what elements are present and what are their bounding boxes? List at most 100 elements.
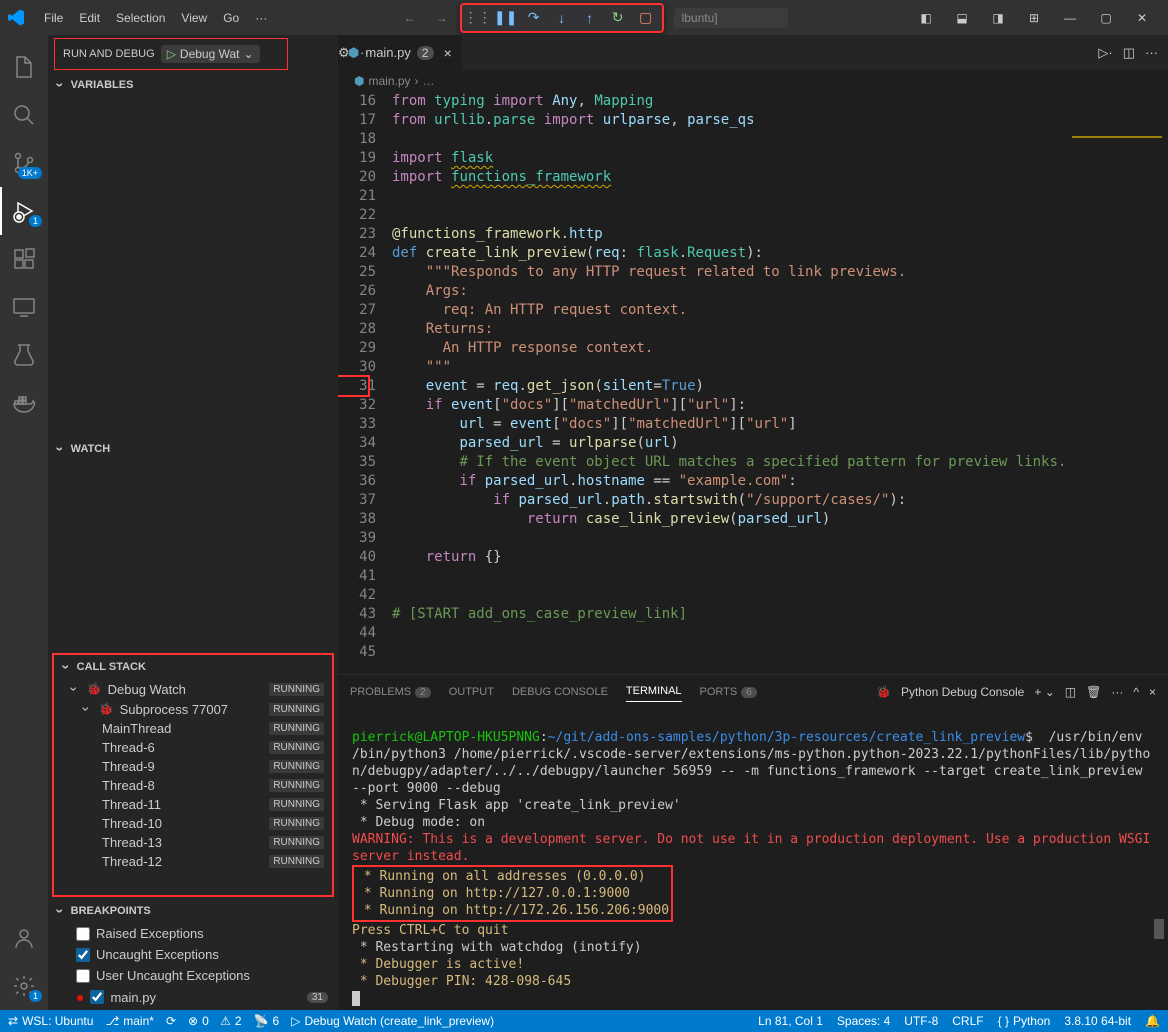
tab-more-icon[interactable]: ··· <box>1145 45 1158 60</box>
python-file-icon: ⬢ <box>354 74 364 88</box>
callstack-root[interactable]: 🐞Debug Watch RUNNING <box>54 679 332 699</box>
new-terminal-icon[interactable]: + ⌄ <box>1034 685 1054 699</box>
testing-icon[interactable] <box>0 331 48 379</box>
menu-more-icon[interactable]: ··· <box>247 7 275 29</box>
chevron-down-icon: ⌄ <box>244 47 254 61</box>
tab-debug-console[interactable]: DEBUG CONSOLE <box>512 682 608 702</box>
menu-edit[interactable]: Edit <box>71 7 108 29</box>
tab-ports[interactable]: PORTS6 <box>700 682 757 702</box>
debug-toolbar: ⋮⋮ ❚❚ ↷ ↓ ↑ ↻ ▢ <box>460 3 664 33</box>
variables-header[interactable]: VARIABLES <box>48 73 338 97</box>
layout-right-icon[interactable]: ◨ <box>980 3 1016 33</box>
restart-icon[interactable]: ↻ <box>604 7 632 29</box>
notifications-icon[interactable]: 🔔 <box>1145 1014 1160 1028</box>
settings-gear-icon[interactable]: 1 <box>0 962 48 1010</box>
editor-tabs: ⬢ main.py 2 × ▷· ◫ ··· <box>338 35 1168 70</box>
source-control-icon[interactable]: 1K+ <box>0 139 48 187</box>
callstack-thread[interactable]: Thread-6RUNNING <box>54 738 332 757</box>
problems-status[interactable]: ⊗0 ⚠2 <box>188 1014 242 1028</box>
callstack-thread[interactable]: Thread-12RUNNING <box>54 852 332 871</box>
bp-file[interactable]: ●main.py31 <box>48 986 338 1008</box>
drag-handle-icon[interactable]: ⋮⋮ <box>464 7 492 29</box>
tab-main-py[interactable]: ⬢ main.py 2 × <box>338 35 463 70</box>
layout-left-icon[interactable]: ◧ <box>908 3 944 33</box>
close-panel-icon[interactable]: × <box>1149 685 1156 699</box>
debug-status[interactable]: ▷Debug Watch (create_link_preview) <box>291 1014 494 1028</box>
bp-uncaught[interactable]: Uncaught Exceptions <box>48 944 338 965</box>
accounts-icon[interactable] <box>0 914 48 962</box>
stop-icon[interactable]: ▢ <box>632 7 660 29</box>
callstack-thread[interactable]: Thread-11RUNNING <box>54 795 332 814</box>
debug-config-select[interactable]: ▷ Debug Wat ⌄ <box>161 45 260 63</box>
minimap[interactable] <box>1072 92 1168 674</box>
scrollbar-thumb[interactable] <box>1154 919 1164 939</box>
command-center[interactable]: lbuntu] <box>674 8 788 28</box>
tab-output[interactable]: OUTPUT <box>449 682 494 702</box>
callstack-subprocess[interactable]: 🐞Subprocess 77007 RUNNING <box>54 699 332 719</box>
run-file-icon[interactable]: ▷· <box>1098 45 1112 61</box>
eol[interactable]: CRLF <box>952 1014 983 1028</box>
step-out-icon[interactable]: ↑ <box>576 7 604 29</box>
breadcrumb[interactable]: ⬢ main.py › … <box>338 70 1168 92</box>
sync-icon[interactable]: ⟳ <box>166 1014 176 1028</box>
split-terminal-icon[interactable]: ◫ <box>1065 685 1076 699</box>
ports-status[interactable]: 📡6 <box>254 1014 280 1028</box>
title-bar: File Edit Selection View Go ··· ← → ⋮⋮ ❚… <box>0 0 1168 35</box>
bp-raised[interactable]: Raised Exceptions <box>48 923 338 944</box>
extensions-icon[interactable] <box>0 235 48 283</box>
menu-file[interactable]: File <box>36 7 71 29</box>
docker-icon[interactable] <box>0 379 48 427</box>
layout-custom-icon[interactable]: ⊞ <box>1016 3 1052 33</box>
code-editor[interactable]: from typing import Any, Mappingfrom urll… <box>392 92 1072 674</box>
menu-go[interactable]: Go <box>215 7 247 29</box>
menu-selection[interactable]: Selection <box>108 7 173 29</box>
split-editor-icon[interactable]: ◫ <box>1123 45 1135 61</box>
callstack-thread[interactable]: Thread-10RUNNING <box>54 814 332 833</box>
terminal[interactable]: pierrick@LAPTOP-HKU5PNNG:~/git/add-ons-s… <box>338 708 1168 1010</box>
terminal-profile[interactable]: Python Debug Console <box>901 685 1024 699</box>
breakpoints-header[interactable]: BREAKPOINTS <box>48 899 338 923</box>
minimize-icon[interactable]: — <box>1052 3 1088 33</box>
encoding[interactable]: UTF-8 <box>904 1014 938 1028</box>
bp-user-uncaught[interactable]: User Uncaught Exceptions <box>48 965 338 986</box>
git-branch[interactable]: ⎇main* <box>105 1014 154 1028</box>
python-version[interactable]: 3.8.10 64-bit <box>1064 1014 1131 1028</box>
close-tab-icon[interactable]: × <box>440 45 452 61</box>
terminal-more-icon[interactable]: ··· <box>1111 685 1123 699</box>
callstack-thread[interactable]: Thread-9RUNNING <box>54 757 332 776</box>
callstack-thread[interactable]: Thread-8RUNNING <box>54 776 332 795</box>
cursor-position[interactable]: Ln 81, Col 1 <box>758 1014 823 1028</box>
sidebar: RUN AND DEBUG ▷ Debug Wat ⌄ ⚙ ··· VARIAB… <box>48 35 338 1010</box>
run-debug-icon[interactable]: 1 <box>0 187 48 235</box>
nav-fwd-icon[interactable]: → <box>428 7 456 29</box>
indentation[interactable]: Spaces: 4 <box>837 1014 890 1028</box>
watch-header[interactable]: WATCH <box>48 437 338 461</box>
callstack-header[interactable]: CALL STACK <box>54 655 332 679</box>
menu-view[interactable]: View <box>173 7 215 29</box>
close-window-icon[interactable]: ✕ <box>1124 3 1160 33</box>
tab-terminal[interactable]: TERMINAL <box>626 681 682 702</box>
remote-indicator[interactable]: ⇄WSL: Ubuntu <box>8 1014 93 1028</box>
explorer-icon[interactable] <box>0 43 48 91</box>
callstack-thread[interactable]: MainThreadRUNNING <box>54 719 332 738</box>
maximize-icon[interactable]: ▢ <box>1088 3 1124 33</box>
remote-explorer-icon[interactable] <box>0 283 48 331</box>
start-debug-icon[interactable]: ▷ <box>167 47 176 61</box>
layout-bottom-icon[interactable]: ⬓ <box>944 3 980 33</box>
nav-back-icon[interactable]: ← <box>396 7 424 29</box>
panel: PROBLEMS2 OUTPUT DEBUG CONSOLE TERMINAL … <box>338 674 1168 1010</box>
kill-terminal-icon[interactable]: 🗑 <box>1086 685 1101 699</box>
step-over-icon[interactable]: ↷ <box>520 7 548 29</box>
python-file-icon: ⬢ <box>348 45 359 61</box>
callstack-thread[interactable]: Thread-13RUNNING <box>54 833 332 852</box>
maximize-panel-icon[interactable]: ^ <box>1133 685 1139 699</box>
config-name: Debug Wat <box>180 47 240 61</box>
tab-problems[interactable]: PROBLEMS2 <box>350 682 431 702</box>
gutter[interactable]: 1617181920212223242526272829303132333435… <box>338 92 392 674</box>
run-debug-title: RUN AND DEBUG <box>63 48 155 60</box>
pause-icon[interactable]: ❚❚ <box>492 7 520 29</box>
language-mode[interactable]: { }Python <box>998 1014 1051 1028</box>
search-icon[interactable] <box>0 91 48 139</box>
run-debug-header: RUN AND DEBUG ▷ Debug Wat ⌄ <box>54 38 288 70</box>
step-into-icon[interactable]: ↓ <box>548 7 576 29</box>
